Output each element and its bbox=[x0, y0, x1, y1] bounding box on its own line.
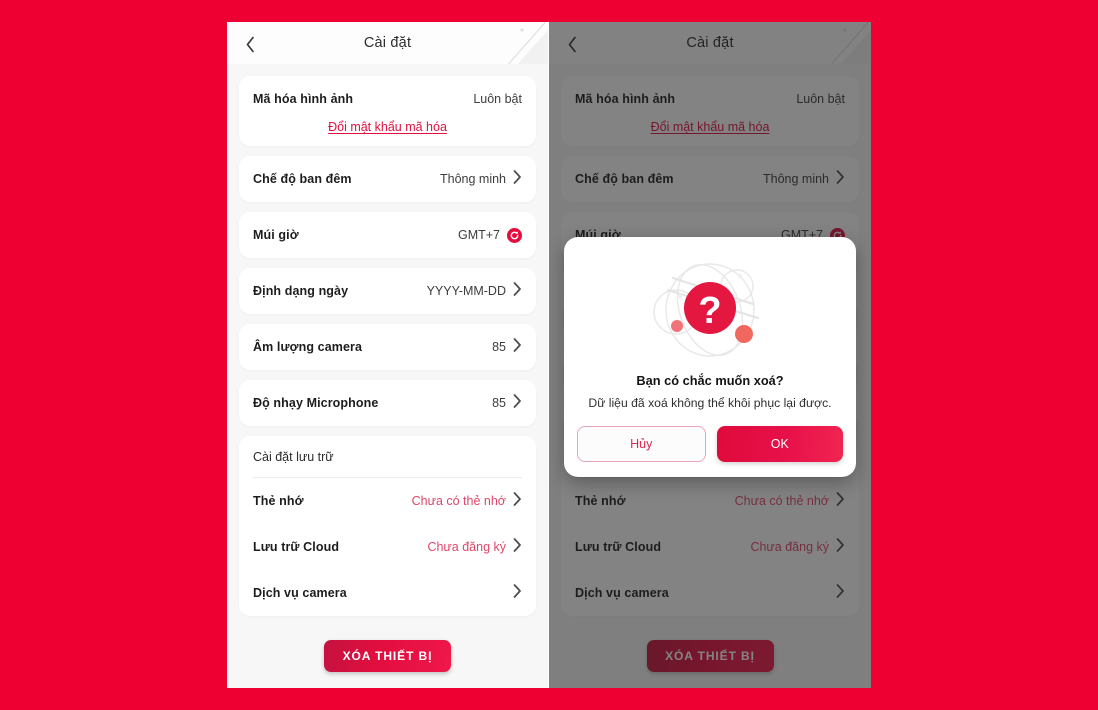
row-accessory: Chưa có thẻ nhớ bbox=[411, 491, 522, 511]
dialog-title: Bạn có chắc muốn xoá? bbox=[636, 373, 784, 388]
delete-device-wrap: XÓA THIẾT BỊ bbox=[239, 626, 536, 672]
panel-content-left: Cài đặt Mã hóa hình ảnh Luôn bật Đổi mật kh… bbox=[227, 22, 548, 688]
svg-text:?: ? bbox=[698, 290, 721, 332]
row-value: 85 bbox=[492, 396, 506, 410]
chevron-left-icon bbox=[245, 36, 256, 53]
chevron-right-icon[interactable] bbox=[513, 169, 522, 189]
page-title: Cài đặt bbox=[363, 35, 412, 51]
row-accessory: Chưa đăng ký bbox=[427, 537, 522, 557]
chevron-right-icon[interactable] bbox=[513, 393, 522, 413]
chevron-right-icon[interactable] bbox=[513, 583, 522, 603]
setting-card: Độ nhạy Microphone 85 bbox=[239, 380, 536, 426]
row-accessory: 85 bbox=[492, 337, 522, 357]
settings-screen-normal: Cài đặt Mã hóa hình ảnh Luôn bật Đổi mật kh… bbox=[227, 22, 549, 688]
chevron-right-icon[interactable] bbox=[513, 491, 522, 511]
setting-row[interactable]: Chế độ ban đêm Thông minh bbox=[253, 156, 522, 202]
row-label: Dịch vụ camera bbox=[253, 586, 347, 600]
settings-list: Mã hóa hình ảnh Luôn bật Đổi mật khẩu mã h… bbox=[227, 64, 548, 688]
setting-row[interactable]: Độ nhạy Microphone 85 bbox=[253, 380, 522, 426]
row-label: Âm lượng camera bbox=[253, 340, 363, 354]
setting-card: Định dạng ngày YYYY-MM-DD bbox=[239, 268, 536, 314]
delete-device-button[interactable]: XÓA THIẾT BỊ bbox=[324, 640, 451, 672]
setting-row[interactable]: Dịch vụ camera bbox=[253, 570, 522, 616]
row-label: Định dạng ngày bbox=[253, 284, 349, 298]
cancel-button[interactable]: Hủy bbox=[577, 426, 706, 462]
chevron-right-icon[interactable] bbox=[513, 537, 522, 557]
row-label: Thẻ nhớ bbox=[253, 494, 304, 508]
row-accessory bbox=[506, 583, 522, 603]
row-label: Lưu trữ Cloud bbox=[253, 540, 340, 554]
chevron-right-icon[interactable] bbox=[513, 337, 522, 357]
settings-screen-with-dialog: Cài đặtMã hóa hình ảnhLuôn bậtĐổi mật kh… bbox=[549, 22, 871, 688]
row-value: GMT+7 bbox=[457, 228, 500, 242]
question-mark-icon: ? bbox=[577, 253, 843, 371]
row-value: Thông minh bbox=[439, 172, 506, 186]
image-encryption-card: Mã hóa hình ảnh Luôn bật Đổi mật khẩu mã h… bbox=[239, 76, 536, 146]
chevron-right-icon[interactable] bbox=[513, 281, 522, 301]
row-accessory: YYYY-MM-DD bbox=[426, 281, 522, 301]
row-accessory: Thông minh bbox=[439, 169, 522, 189]
row-value: YYYY-MM-DD bbox=[426, 284, 506, 298]
row-value: Chưa đăng ký bbox=[427, 540, 506, 554]
delete-confirm-dialog: ? Bạn có chắc muốn xoá? Dữ liệu đã xoá k… bbox=[564, 237, 856, 477]
row-accessory: GMT+7 bbox=[457, 227, 522, 243]
setting-row[interactable]: Thẻ nhớ Chưa có thẻ nhớ bbox=[253, 478, 522, 524]
row-label: Chế độ ban đêm bbox=[253, 172, 352, 186]
row-value: Chưa có thẻ nhớ bbox=[411, 494, 506, 508]
row-value: Luôn bật bbox=[473, 92, 522, 106]
row-label: Mã hóa hình ảnh bbox=[253, 92, 354, 106]
setting-card: Chế độ ban đêm Thông minh bbox=[239, 156, 536, 202]
change-encryption-password-link[interactable]: Đổi mật khẩu mã hóa bbox=[253, 120, 522, 134]
setting-card: Múi giờ GMT+7 bbox=[239, 212, 536, 258]
row-label: Múi giờ bbox=[253, 228, 299, 242]
image-encryption-row[interactable]: Mã hóa hình ảnh Luôn bật bbox=[253, 76, 522, 122]
back-button[interactable] bbox=[238, 32, 262, 56]
row-accessory: 85 bbox=[492, 393, 522, 413]
app-header: Cài đặt bbox=[227, 22, 548, 64]
setting-row[interactable]: Lưu trữ Cloud Chưa đăng ký bbox=[253, 524, 522, 570]
setting-row[interactable]: Múi giờ GMT+7 bbox=[253, 212, 522, 258]
row-value: 85 bbox=[492, 340, 506, 354]
dialog-actions: Hủy OK bbox=[577, 426, 843, 462]
row-label: Độ nhạy Microphone bbox=[253, 396, 379, 410]
setting-row[interactable]: Định dạng ngày YYYY-MM-DD bbox=[253, 268, 522, 314]
dialog-message: Dữ liệu đã xoá không thể khôi phục lại đ… bbox=[588, 396, 832, 410]
setting-card: Âm lượng camera 85 bbox=[239, 324, 536, 370]
setting-row[interactable]: Âm lượng camera 85 bbox=[253, 324, 522, 370]
screenshot-stage: Cài đặt Mã hóa hình ảnh Luôn bật Đổi mật kh… bbox=[227, 22, 871, 688]
ok-button[interactable]: OK bbox=[716, 426, 843, 462]
refresh-icon[interactable] bbox=[507, 227, 522, 243]
storage-settings-card: Cài đặt lưu trữ Thẻ nhớ Chưa có thẻ nhớ Lưu… bbox=[239, 436, 536, 616]
storage-section-title: Cài đặt lưu trữ bbox=[253, 436, 522, 478]
